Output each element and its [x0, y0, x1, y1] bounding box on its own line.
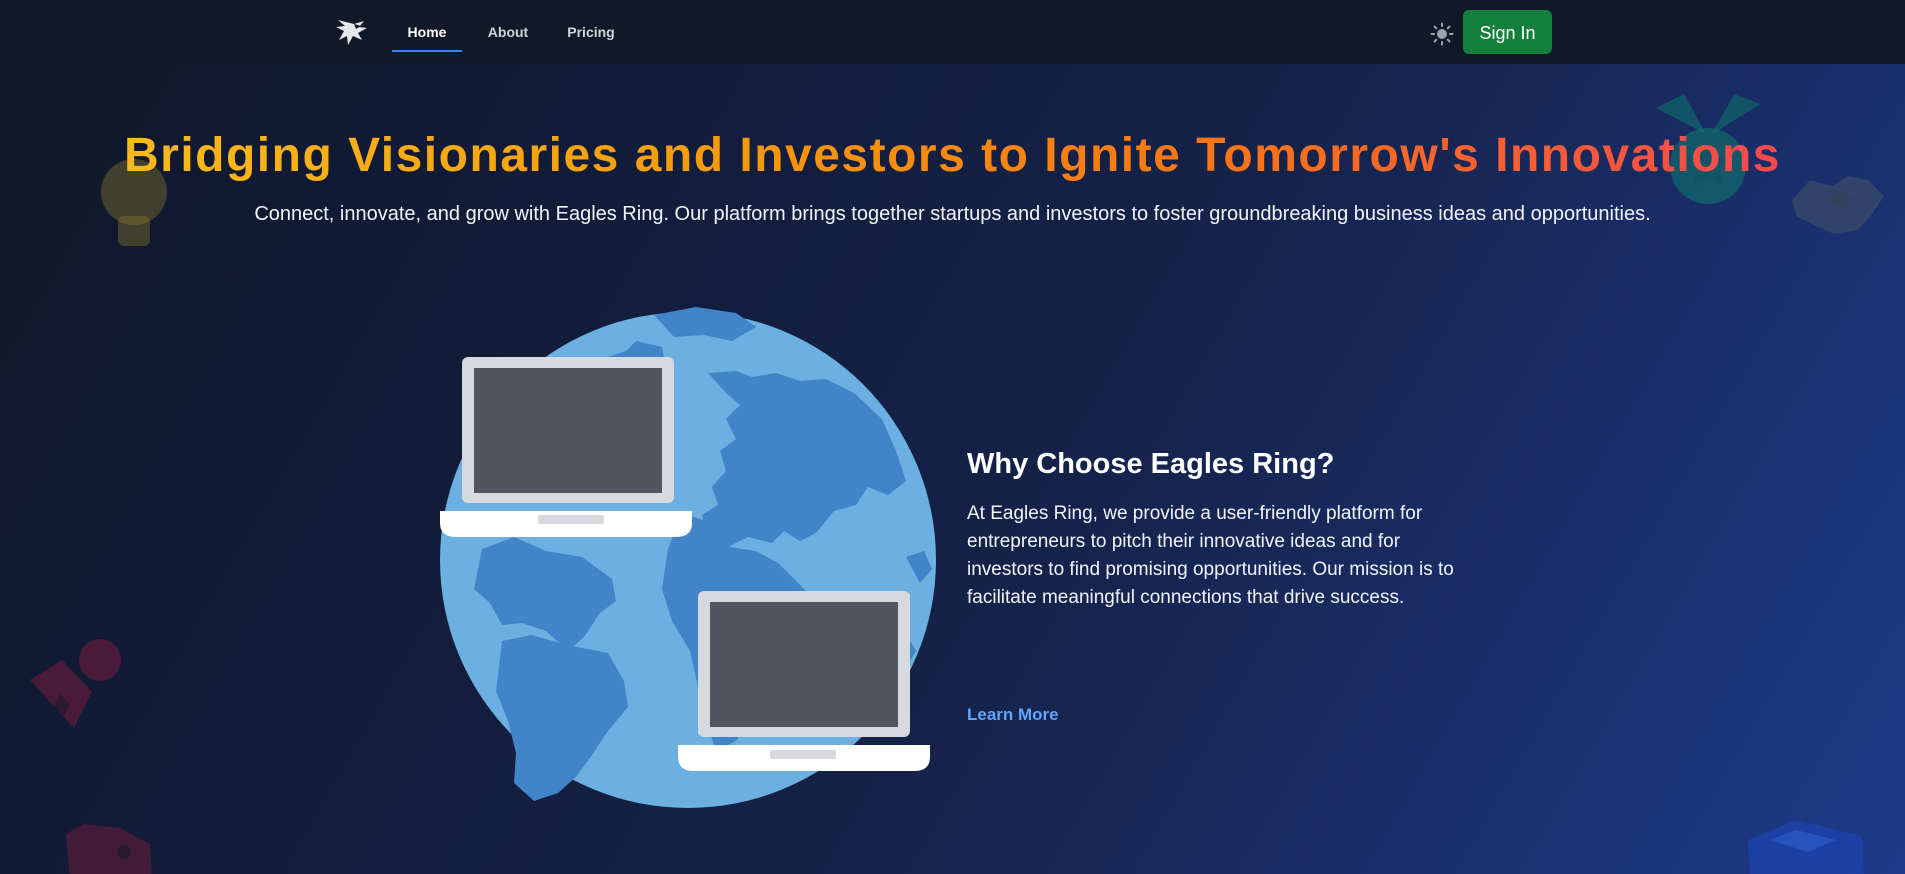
globe-laptops-illustration [440, 307, 936, 808]
nav-home-link[interactable]: Home [392, 18, 462, 52]
cube-icon [1748, 820, 1864, 874]
eagle-logo-icon[interactable] [334, 14, 370, 50]
feature-description: At Eagles Ring, we provide a user-friend… [967, 503, 1454, 608]
sun-icon[interactable] [1430, 22, 1454, 46]
hero-section: Bridging Visionaries and Investors to Ig… [0, 64, 1905, 874]
hero-title: Bridging Visionaries and Investors to Ig… [0, 126, 1905, 186]
navbar: Home About Pricing Sign In [0, 0, 1905, 64]
user-tie-icon [30, 639, 121, 728]
hero-subtitle: Connect, innovate, and grow with Eagles … [254, 203, 1651, 225]
learn-more-link[interactable]: Learn More [967, 704, 1059, 726]
nav-about-link[interactable]: About [480, 18, 536, 52]
sign-in-button[interactable]: Sign In [1463, 10, 1552, 54]
nav-pricing-link[interactable]: Pricing [560, 18, 622, 52]
rocket-icon [66, 824, 152, 874]
feature-heading: Why Choose Eagles Ring? [967, 448, 1335, 480]
